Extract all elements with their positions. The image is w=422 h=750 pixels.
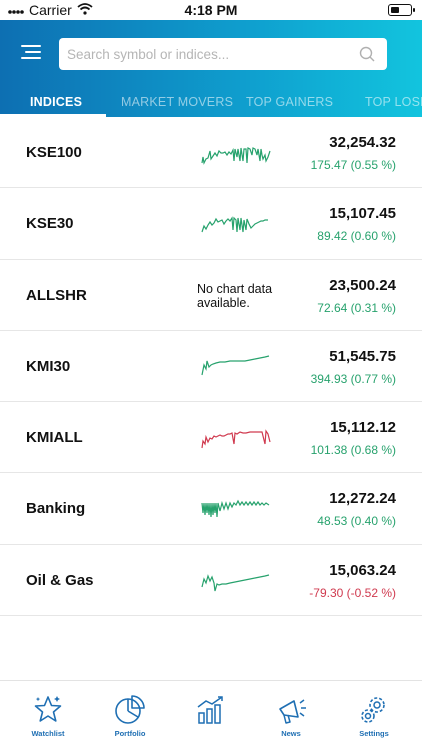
index-value: 15,107.45 [329,205,396,223]
status-bar: Carrier 4:18 PM [0,0,422,20]
gear-icon [361,697,385,723]
index-change: 48.53 (0.40 %) [317,514,396,529]
app-header: INDICES MARKET MOVERS TOP GAINERS TOP LO… [0,20,422,117]
index-change: 72.64 (0.31 %) [317,300,396,315]
nav-watchlist[interactable]: Watchlist [8,693,88,738]
pie-chart-icon [115,695,145,724]
clock: 4:18 PM [184,2,238,18]
index-value: 32,254.32 [329,134,396,151]
index-name: Banking [26,500,86,518]
star-icon [34,696,62,722]
index-name: Oil & Gas [26,571,94,589]
tab-top-gainers[interactable]: TOP GAINERS [246,95,333,109]
search-box[interactable] [59,38,387,70]
index-row-banking[interactable]: Banking 12,272.24 48.53 (0.40 %) [0,473,422,545]
nav-label: Portfolio [114,729,146,738]
index-row-kmiall[interactable]: KMIALL 15,112.12 101.38 (0.68 %) [0,402,422,474]
index-value: 23,500.24 [329,276,396,294]
tab-indices[interactable]: INDICES [30,95,82,109]
category-tabs: INDICES MARKET MOVERS TOP GAINERS TOP LO… [0,86,422,117]
sparkline-chart [201,216,268,233]
index-change: 101.38 (0.68 %) [310,443,396,458]
index-change: 175.47 (0.55 %) [310,158,396,172]
index-value: 15,063.24 [329,561,396,579]
tab-top-losers[interactable]: TOP LOSERS [365,95,422,109]
index-name: KSE30 [26,215,74,233]
index-row-kse100[interactable]: KSE100 32,254.32 175.47 (0.55 %) [0,117,422,189]
index-name: ALLSHR [26,286,87,304]
tab-market-movers[interactable]: MARKET MOVERS [121,95,233,109]
sparkline-chart [201,429,271,449]
index-name: KMI30 [26,357,71,375]
index-value: 12,272.24 [329,490,396,508]
nav-portfolio[interactable]: Portfolio [90,693,170,738]
sparkline-chart [201,147,271,165]
nav-label: Watchlist [31,729,65,738]
indices-list: KSE100 32,254.32 175.47 (0.55 %) KSE30 1… [0,117,422,617]
search-input[interactable] [59,38,349,70]
nav-market[interactable] [171,693,251,729]
index-name: KMIALL [26,429,83,447]
index-value: 51,545.75 [329,347,396,365]
nav-news[interactable]: News [251,693,331,738]
index-value: 15,112.12 [330,419,396,437]
index-row-kmi30[interactable]: KMI30 51,545.75 394.93 (0.77 %) [0,331,422,403]
nav-label: News [281,729,301,738]
index-change: -79.30 (-0.52 %) [309,585,396,600]
index-row-oil-gas[interactable]: Oil & Gas 15,063.24 -79.30 (-0.52 %) [0,545,422,617]
bottom-tab-bar: Watchlist Portfolio News Settings [0,680,422,750]
sparkline-chart [201,573,270,591]
index-change: 89.42 (0.60 %) [317,229,396,244]
bar-chart-icon [197,696,223,724]
nav-label: Settings [359,729,389,738]
index-row-kse30[interactable]: KSE30 15,107.45 89.42 (0.60 %) [0,188,422,260]
hamburger-menu-icon[interactable] [21,43,43,61]
nav-settings[interactable]: Settings [334,693,414,738]
battery-icon [388,4,415,16]
index-row-allshr[interactable]: ALLSHR No chart data available. 23,500.2… [0,260,422,331]
index-name: KSE100 [26,144,82,161]
sparkline-chart [201,500,270,518]
search-icon[interactable] [359,46,375,62]
megaphone-icon [279,699,306,724]
index-change: 394.93 (0.77 %) [310,371,396,386]
no-chart-message: No chart data available. [197,281,273,310]
sparkline-chart [201,355,270,376]
